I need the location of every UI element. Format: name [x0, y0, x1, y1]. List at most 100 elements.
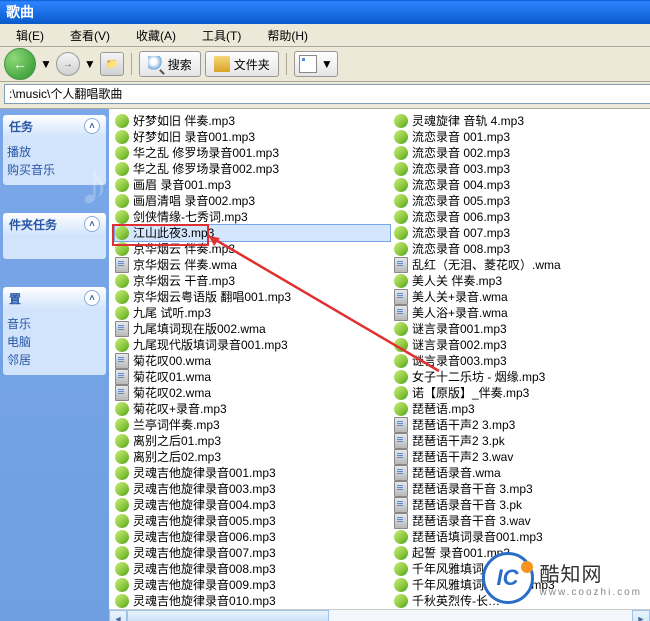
horizontal-scrollbar[interactable]: ◄ ► [109, 609, 650, 621]
task-buy[interactable]: 购买音乐 [7, 161, 102, 179]
file-item[interactable]: 琵琶语干声2 3.pk [394, 433, 644, 449]
file-item[interactable]: 琵琶语录音.wma [394, 465, 644, 481]
task-panel-music-header[interactable]: 任务 ˄ [3, 115, 106, 137]
file-item[interactable]: 流恋录音 004.mp3 [394, 177, 644, 193]
file-name: 灵魂吉他旋律录音001.mp3 [133, 465, 276, 481]
menu-help[interactable]: 帮助(H) [255, 25, 320, 46]
file-item[interactable]: 流恋录音 008.mp3 [394, 241, 644, 257]
file-item[interactable]: 琵琶语干声2 3.mp3 [394, 417, 644, 433]
file-item[interactable]: 兰亭词伴奏.mp3 [115, 417, 390, 433]
back-button[interactable]: ← [4, 48, 36, 80]
folders-button[interactable]: 文件夹 [205, 51, 279, 77]
file-item[interactable]: 华之乱 修罗场录音002.mp3 [115, 161, 390, 177]
task-panel-places-header[interactable]: 置 ˄ [3, 287, 106, 309]
file-item[interactable]: 灵魂旋律 音轨 4.mp3 [394, 113, 644, 129]
views-button[interactable]: ▼ [294, 51, 338, 77]
forward-button: → [56, 52, 80, 76]
file-item[interactable]: 京华烟云 干音.mp3 [115, 273, 390, 289]
file-name: 离别之后02.mp3 [133, 449, 221, 465]
file-item[interactable]: 灵魂吉他旋律录音010.mp3 [115, 593, 390, 609]
file-item[interactable]: 江山此夜3.mp3 [115, 225, 390, 241]
file-item[interactable]: 华之乱 修罗场录音001.mp3 [115, 145, 390, 161]
mp3-file-icon [115, 130, 129, 144]
mp3-file-icon [394, 386, 408, 400]
file-item[interactable]: 灵魂吉他旋律录音007.mp3 [115, 545, 390, 561]
scroll-track[interactable] [127, 610, 632, 621]
file-item[interactable]: 美人浴+录音.wma [394, 305, 644, 321]
file-item[interactable]: 诺【原版】_伴奏.mp3 [394, 385, 644, 401]
file-item[interactable]: 京华烟云粤语版 翻唱001.mp3 [115, 289, 390, 305]
file-list-pane[interactable]: 好梦如旧 伴奏.mp3好梦如旧 录音001.mp3华之乱 修罗场录音001.mp… [109, 109, 650, 621]
file-item[interactable]: 灵魂吉他旋律录音005.mp3 [115, 513, 390, 529]
file-item[interactable]: 菊花叹02.wma [115, 385, 390, 401]
file-item[interactable]: 琵琶语干声2 3.wav [394, 449, 644, 465]
file-name: 美人关+录音.wma [412, 289, 508, 305]
file-item[interactable]: 琵琶语.mp3 [394, 401, 644, 417]
file-item[interactable]: 谜言录音003.mp3 [394, 353, 644, 369]
place-network[interactable]: 邻居 [7, 351, 102, 369]
menu-view[interactable]: 查看(V) [58, 25, 122, 46]
file-item[interactable]: 流恋录音 005.mp3 [394, 193, 644, 209]
file-item[interactable]: 女子十二乐坊 - 烟缘.mp3 [394, 369, 644, 385]
file-item[interactable]: 画眉 录音001.mp3 [115, 177, 390, 193]
file-item[interactable]: 琵琶语录音干音 3.wav [394, 513, 644, 529]
task-play[interactable]: 播放 [7, 143, 102, 161]
file-item[interactable]: 离别之后01.mp3 [115, 433, 390, 449]
search-button[interactable]: 搜索 [139, 51, 201, 77]
file-item[interactable]: 谜言录音002.mp3 [394, 337, 644, 353]
file-item[interactable]: 剑侠情缘-七秀词.mp3 [115, 209, 390, 225]
menu-edit[interactable]: 辑(E) [4, 25, 56, 46]
file-item[interactable]: 琵琶语填词录音001.mp3 [394, 529, 644, 545]
file-item[interactable]: 灵魂吉他旋律录音001.mp3 [115, 465, 390, 481]
file-item[interactable]: 九尾 试听.mp3 [115, 305, 390, 321]
task-panel-music-body: 播放 购买音乐 [3, 137, 106, 185]
back-dropdown[interactable]: ▼ [40, 57, 52, 71]
file-item[interactable]: 美人关+录音.wma [394, 289, 644, 305]
forward-dropdown[interactable]: ▼ [84, 57, 96, 71]
place-music[interactable]: 音乐 [7, 315, 102, 333]
task-panel-folder-header[interactable]: 件夹任务 ˄ [3, 213, 106, 235]
file-name: 灵魂吉他旋律录音006.mp3 [133, 529, 276, 545]
file-item[interactable]: 好梦如旧 录音001.mp3 [115, 129, 390, 145]
file-item[interactable]: 灵魂吉他旋律录音008.mp3 [115, 561, 390, 577]
search-icon [148, 56, 164, 72]
file-item[interactable]: 灵魂吉他旋律录音004.mp3 [115, 497, 390, 513]
scroll-thumb[interactable] [127, 610, 329, 621]
file-item[interactable]: 灵魂吉他旋律录音009.mp3 [115, 577, 390, 593]
file-item[interactable]: 离别之后02.mp3 [115, 449, 390, 465]
file-item[interactable]: 灵魂吉他旋律录音006.mp3 [115, 529, 390, 545]
file-item[interactable]: 乱红（无泪、菱花叹）.wma [394, 257, 644, 273]
file-item[interactable]: 京华烟云 伴奏.mp3 [115, 241, 390, 257]
file-item[interactable]: 菊花叹+录音.mp3 [115, 401, 390, 417]
scroll-left-button[interactable]: ◄ [109, 610, 127, 621]
file-item[interactable]: 九尾填词现在版002.wma [115, 321, 390, 337]
file-item[interactable]: 流恋录音 003.mp3 [394, 161, 644, 177]
scroll-right-button[interactable]: ► [632, 610, 650, 621]
file-name: 流恋录音 002.mp3 [412, 145, 510, 161]
menu-tools[interactable]: 工具(T) [190, 25, 253, 46]
file-item[interactable]: 灵魂吉他旋律录音003.mp3 [115, 481, 390, 497]
address-input[interactable]: :\music\个人翻唱歌曲 [4, 84, 650, 104]
file-item[interactable]: 琵琶语录音干音 3.pk [394, 497, 644, 513]
file-item[interactable]: 流恋录音 002.mp3 [394, 145, 644, 161]
file-item[interactable]: 菊花叹01.wma [115, 369, 390, 385]
mp3-file-icon [394, 322, 408, 336]
file-item[interactable]: 画眉清唱 录音002.mp3 [115, 193, 390, 209]
file-item[interactable]: 琵琶语录音干音 3.mp3 [394, 481, 644, 497]
file-item[interactable]: 流恋录音 001.mp3 [394, 129, 644, 145]
menu-fav[interactable]: 收藏(A) [124, 25, 188, 46]
file-item[interactable]: 京华烟云 伴奏.wma [115, 257, 390, 273]
file-item[interactable]: 菊花叹00.wma [115, 353, 390, 369]
mp3-file-icon [394, 402, 408, 416]
place-computer[interactable]: 电脑 [7, 333, 102, 351]
file-item[interactable]: 美人关 伴奏.mp3 [394, 273, 644, 289]
file-item[interactable]: 九尾现代版填词录音001.mp3 [115, 337, 390, 353]
file-item[interactable]: 谜言录音001.mp3 [394, 321, 644, 337]
file-name: 好梦如旧 伴奏.mp3 [133, 113, 235, 129]
mp3-file-icon [115, 466, 129, 480]
up-button[interactable]: 📁 [100, 52, 124, 76]
file-item[interactable]: 好梦如旧 伴奏.mp3 [115, 113, 390, 129]
file-item[interactable]: 流恋录音 007.mp3 [394, 225, 644, 241]
task-panel-places-body: 音乐 电脑 邻居 [3, 309, 106, 375]
file-item[interactable]: 流恋录音 006.mp3 [394, 209, 644, 225]
